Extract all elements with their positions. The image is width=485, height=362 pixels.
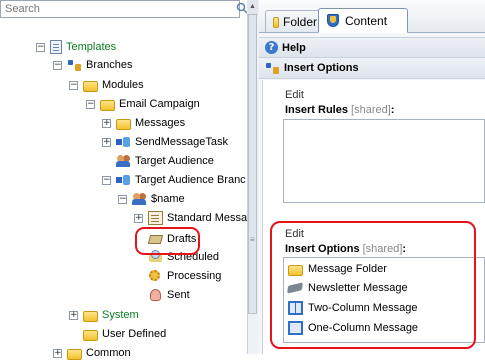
tree-node-user-defined[interactable]: User Defined [69,325,166,343]
insert-options-highlight [270,221,476,349]
tree-node-modules[interactable]: − Modules [69,76,144,94]
folder-icon [273,17,279,28]
scroll-up-icon[interactable]: ▲ [247,0,258,15]
tree-node-label: Modules [102,79,144,91]
tree-node-label: Target Audience [135,155,214,167]
branch-icon [67,58,82,72]
task-icon [116,135,131,149]
collapse-icon[interactable]: − [86,99,95,109]
tree-node-label: Templates [66,41,117,53]
search-input[interactable] [0,0,240,18]
branch-icon [265,61,280,75]
tree-node-target-audience[interactable]: Target Audience [102,152,214,170]
branch-template-icon [116,173,131,187]
tab-folder[interactable]: Folder [265,10,325,32]
field-name: Insert Rules [285,104,348,116]
collapse-icon[interactable]: − [69,80,78,90]
drafts-highlight [135,227,200,255]
tree-node-label: Common [86,347,131,359]
processing-icon [148,269,163,283]
insert-options-section-header[interactable]: Insert Options [259,58,485,79]
expand-icon[interactable]: + [69,310,78,320]
shared-tag: [shared] [351,104,391,116]
content-shield-icon [326,13,341,28]
tree-node-label: Branches [86,59,133,71]
expand-icon[interactable]: + [102,137,111,147]
tree-node-system[interactable]: + System [69,306,139,324]
folder-icon [100,99,115,111]
tab-label: Folder [282,14,317,29]
help-icon: ? [265,41,278,54]
tree-node-label: System [102,309,139,321]
help-section-header[interactable]: ? Help [259,37,485,58]
tree-node-branches[interactable]: − Branches [53,56,132,74]
tab-content[interactable]: Content [318,8,408,33]
insert-rules-label: Insert Rules [shared]: [285,104,394,116]
tree-node-target-audience-branch[interactable]: − Target Audience Branc [102,171,246,189]
tree-node-label: User Defined [102,328,167,340]
people-icon [116,154,131,168]
tree-node-processing[interactable]: Processing [134,267,221,285]
folder-icon [116,118,131,130]
collapse-icon[interactable]: − [53,60,62,70]
folder-icon [83,329,98,341]
tree-node-standard-message[interactable]: + Standard Messa [134,209,247,227]
folder-icon [83,80,98,92]
tree-node-email-campaign[interactable]: − Email Campaign [86,95,200,113]
grip-icon: ≡ [250,235,255,244]
people-icon [132,192,147,206]
tree-node-name[interactable]: − $name [118,190,185,208]
insert-rules-edit-link[interactable]: Edit [285,89,304,101]
sent-icon [148,288,163,302]
insert-rules-box[interactable] [283,119,485,203]
tree-node-label: Target Audience Branc [135,174,246,186]
expand-icon[interactable]: + [134,213,143,223]
tree-node-label: Sent [167,289,190,301]
message-icon [148,211,163,225]
templates-icon [50,40,62,54]
tree-node-common[interactable]: + Common [53,344,131,362]
tree-node-sendmessagetask[interactable]: + SendMessageTask [102,133,228,151]
folder-icon [67,348,82,360]
tree-node-sent[interactable]: Sent [134,286,190,304]
expand-icon[interactable]: + [102,118,111,128]
tree-node-templates[interactable]: − Templates [36,38,116,56]
collapse-icon[interactable]: − [118,194,127,204]
tree-node-label: Standard Messa [167,212,248,224]
expand-icon[interactable]: + [53,348,62,358]
tree-node-label: Email Campaign [119,98,200,110]
tree-node-label: $name [151,193,185,205]
field-colon: : [390,104,395,116]
section-title: Help [282,41,306,54]
collapse-icon[interactable]: − [36,42,45,52]
tree-node-label: Processing [167,270,222,282]
section-title: Insert Options [284,62,359,74]
folder-icon [83,310,98,322]
tree-node-label: SendMessageTask [135,136,228,148]
tree-node-label: Messages [135,117,186,129]
tab-label: Content [345,13,388,28]
scrollbar-thumb[interactable] [248,14,257,314]
collapse-icon[interactable]: − [102,175,111,185]
tree-node-messages[interactable]: + Messages [102,114,185,132]
